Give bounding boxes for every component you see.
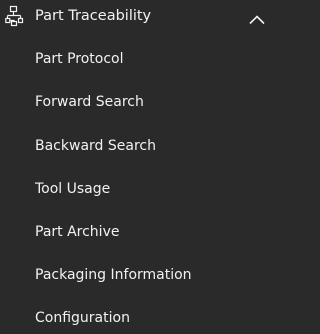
chevron-up-icon[interactable] [249,10,265,25]
part-traceability-label: Part Traceability [35,8,152,24]
menu-item-label: Part Protocol [35,51,124,67]
menu-item-part-archive[interactable]: Part Archive [0,214,273,250]
part-traceability-group-header[interactable]: Part Traceability [0,0,273,32]
traceability-tree-icon [5,5,25,27]
menu-item-label: Tool Usage [35,181,111,197]
menu-item-backward-search[interactable]: Backward Search [0,128,273,164]
menu-item-label: Part Archive [35,224,120,240]
menu-item-part-protocol[interactable]: Part Protocol [0,41,273,77]
part-traceability-menu: Part Traceability Part Protocol Forward … [0,0,273,334]
menu-item-tool-usage[interactable]: Tool Usage [0,171,273,207]
menu-item-label: Packaging Information [35,267,192,283]
menu-item-forward-search[interactable]: Forward Search [0,84,273,120]
menu-item-packaging-information[interactable]: Packaging Information [0,257,273,293]
menu-item-label: Configuration [35,310,130,326]
menu-item-configuration[interactable]: Configuration [0,300,273,334]
menu-item-label: Forward Search [35,94,144,110]
menu-item-label: Backward Search [35,138,156,154]
